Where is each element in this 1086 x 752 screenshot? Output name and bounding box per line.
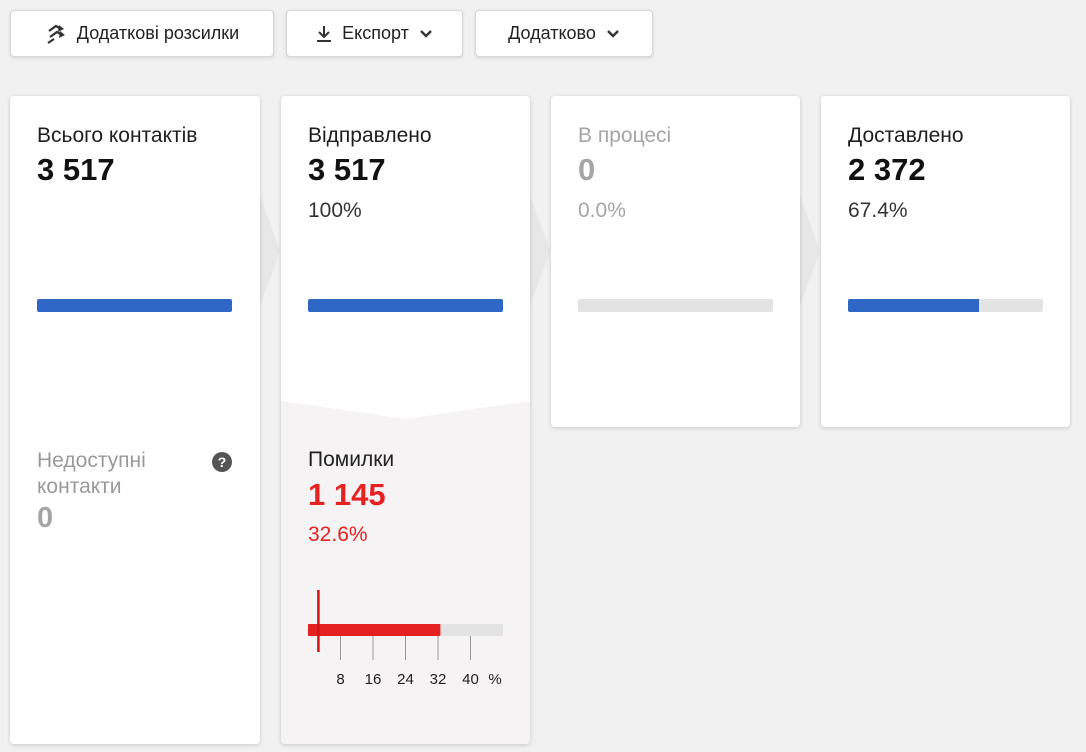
delivered-value: 2 372 xyxy=(848,152,926,187)
errors-scale-unit: % xyxy=(488,671,501,688)
more-button[interactable]: Додатково xyxy=(475,10,653,57)
in-progress-bar xyxy=(578,299,773,312)
additional-mailings-button[interactable]: Додаткові розсилки xyxy=(10,10,274,57)
unavailable-contacts-value: 0 xyxy=(37,502,54,534)
sent-percent: 100% xyxy=(308,199,362,222)
sent-bar-fill xyxy=(308,299,503,312)
delivered-bar-fill xyxy=(848,299,980,312)
errors-scale-tick-label: 24 xyxy=(397,671,414,688)
delivered-bar xyxy=(848,299,1043,312)
errors-scale-tick-label: 32 xyxy=(430,671,447,688)
errors-label: Помилки xyxy=(308,448,395,471)
funnel-connector xyxy=(260,196,280,306)
errors-threshold-marker xyxy=(317,590,320,652)
more-label: Додатково xyxy=(508,23,596,43)
sent-value: 3 517 xyxy=(308,152,386,187)
total-contacts-card: Всього контактів 3 517 Недоступні контак… xyxy=(10,96,260,744)
errors-fill xyxy=(308,624,441,636)
in-progress-value: 0 xyxy=(578,152,596,187)
recurring-arrows-icon xyxy=(45,22,67,46)
total-contacts-bar xyxy=(37,299,232,312)
in-progress-percent: 0.0% xyxy=(578,199,626,222)
download-icon xyxy=(316,25,332,43)
errors-scale-chart: 8 16 24 32 40 % xyxy=(308,590,503,688)
in-progress-label: В процесі xyxy=(578,124,672,147)
export-button[interactable]: Експорт xyxy=(286,10,463,57)
export-label: Експорт xyxy=(342,23,409,43)
total-contacts-label: Всього контактів xyxy=(37,124,198,147)
in-progress-card: В процесі 0 0.0% xyxy=(551,96,800,427)
errors-percent: 32.6% xyxy=(308,523,368,546)
total-contacts-value: 3 517 xyxy=(37,152,115,187)
sent-card: Відправлено 3 517 100% Помилки 1 145 32.… xyxy=(281,96,530,744)
chevron-down-icon xyxy=(419,29,433,39)
errors-value: 1 145 xyxy=(308,477,386,512)
funnel-connector xyxy=(530,196,550,306)
sent-label: Відправлено xyxy=(308,124,432,147)
additional-mailings-label: Додаткові розсилки xyxy=(76,23,240,43)
sent-bar xyxy=(308,299,503,312)
help-icon[interactable]: ? xyxy=(212,452,232,472)
chevron-down-icon xyxy=(606,29,620,39)
funnel-connector xyxy=(800,196,820,306)
errors-section-wedge xyxy=(281,401,530,419)
errors-scale-tick-label: 40 xyxy=(462,671,479,688)
errors-scale-tick-label: 8 xyxy=(336,671,344,688)
errors-scale-tick-label: 16 xyxy=(365,671,382,688)
delivered-label: Доставлено xyxy=(848,124,964,147)
delivered-card: Доставлено 2 372 67.4% xyxy=(821,96,1070,427)
unavailable-contacts-label: Недоступні контакти xyxy=(37,449,146,498)
delivered-percent: 67.4% xyxy=(848,199,908,222)
total-contacts-bar-fill xyxy=(37,299,232,312)
